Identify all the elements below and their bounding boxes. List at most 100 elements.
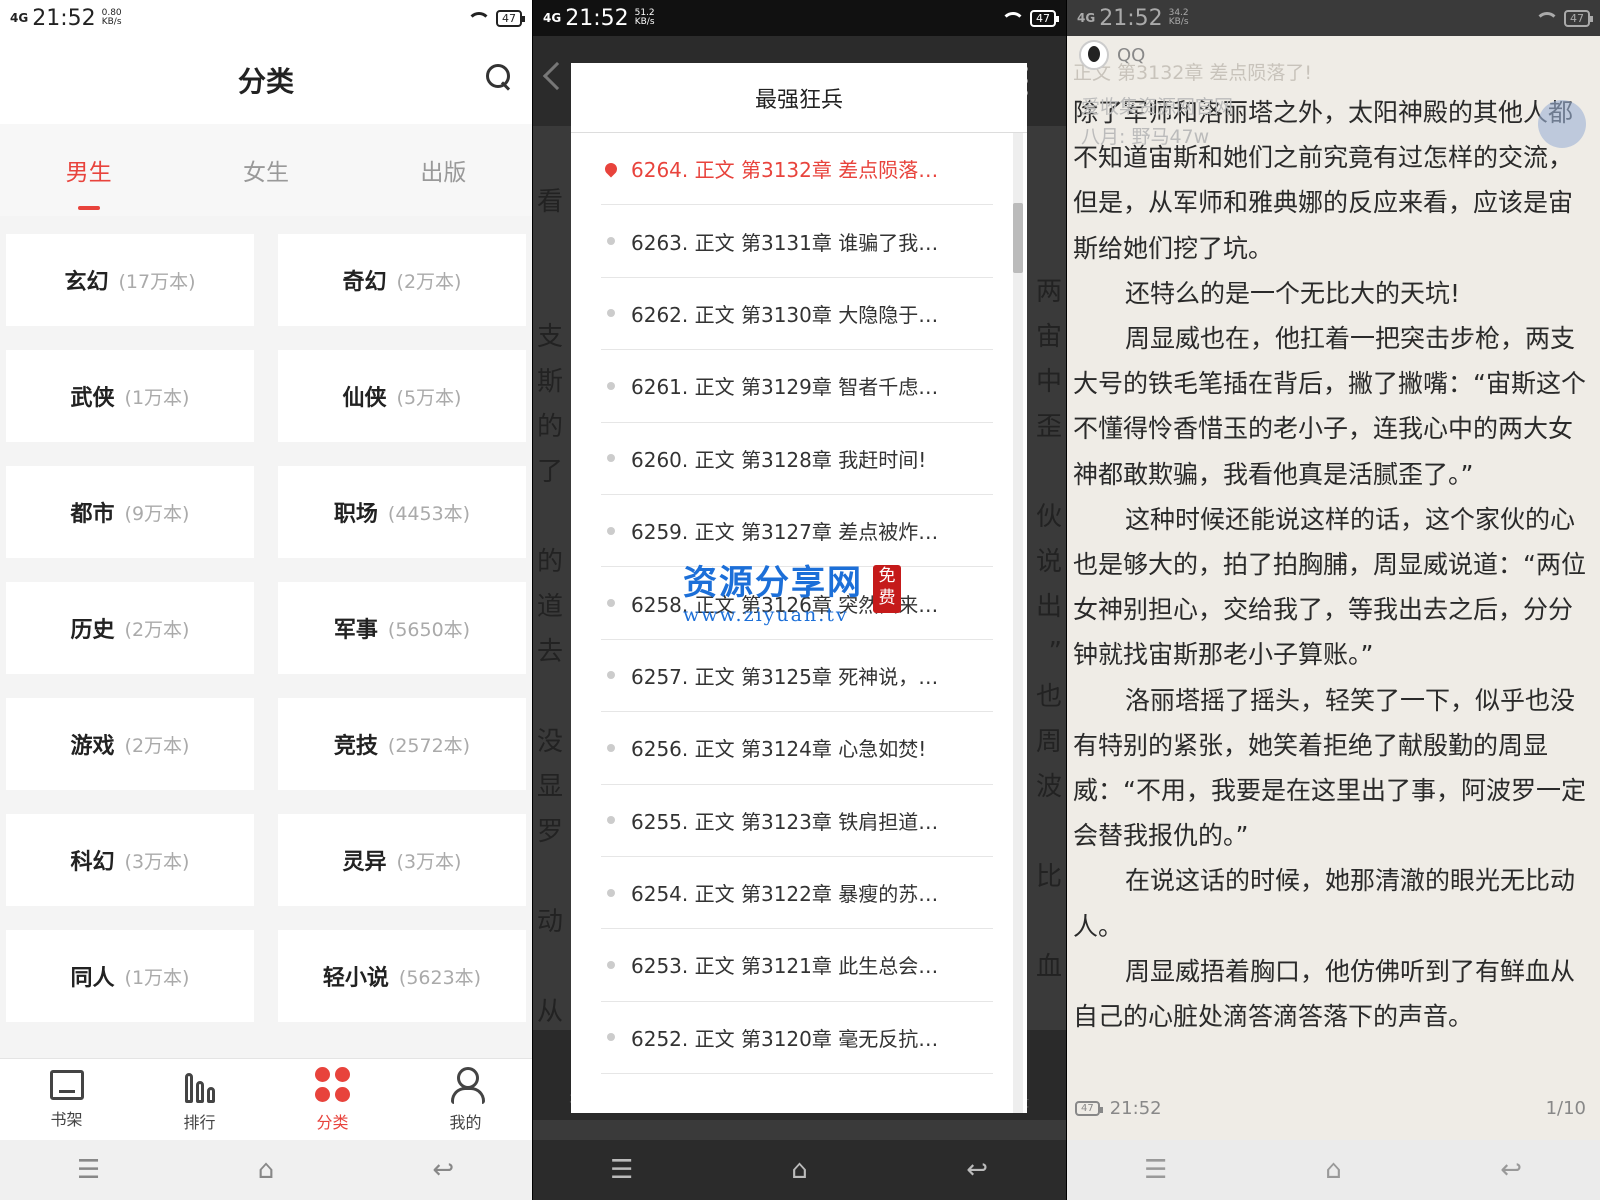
bg-char-right: 伙: [1035, 502, 1062, 532]
back-nav-icon[interactable]: ↩: [1491, 1155, 1531, 1185]
bg-char-right: 歪: [1035, 412, 1062, 442]
category-cell[interactable]: 同人 (1万本): [6, 930, 254, 1022]
category-count: (5万本): [396, 386, 462, 409]
tabbar-label: 我的: [449, 1112, 482, 1132]
wifi-icon: [466, 10, 491, 26]
category-count: (4453本): [387, 502, 471, 525]
category-cell[interactable]: 军事 (5650本): [278, 582, 526, 674]
bg-char-left: 支: [537, 322, 564, 352]
watermark-url: www.ziyuan.tv: [683, 604, 849, 626]
chapter-item[interactable]: 6253. 正文 第3121章 此生总会…: [601, 929, 993, 1002]
category-cell[interactable]: 竞技 (2572本): [278, 698, 526, 790]
category-cell[interactable]: 历史 (2万本): [6, 582, 254, 674]
wifi-icon: [1534, 10, 1559, 26]
qq-icon: [1079, 40, 1109, 70]
bg-char-right: 也: [1035, 682, 1062, 712]
chapter-item[interactable]: 6263. 正文 第3131章 谁骗了我…: [601, 205, 993, 278]
category-cell[interactable]: 武侠 (1万本): [6, 350, 254, 442]
reader-text[interactable]: 除了军师和洛丽塔之外，太阳神殿的其他人都不知道宙斯和她们之前究竟有过怎样的交流，…: [1073, 90, 1594, 1039]
category-cell[interactable]: 灵异 (3万本): [278, 814, 526, 906]
category-cell[interactable]: 科幻 (3万本): [6, 814, 254, 906]
bullet-icon: [607, 816, 615, 825]
home-icon[interactable]: ⌂: [779, 1155, 819, 1185]
scroll-track[interactable]: [1013, 133, 1023, 1113]
avatar: [1538, 100, 1586, 148]
category-count: (17万本): [118, 270, 196, 293]
category-cell[interactable]: 轻小说 (5623本): [278, 930, 526, 1022]
menu-icon[interactable]: ☰: [602, 1155, 642, 1185]
battery-icon: 47: [496, 9, 525, 27]
network-indicator: 4G: [10, 11, 29, 25]
bg-char-left: 了: [537, 457, 564, 487]
qq-notification[interactable]: QQ: [1079, 40, 1145, 70]
tabbar-item-2[interactable]: 分类: [266, 1059, 399, 1140]
network-indicator: 4G: [543, 11, 562, 25]
status-bar: 4G 21:52 0.80 KB/s 47: [0, 0, 532, 36]
category-name: 玄幻: [64, 270, 109, 295]
category-cell[interactable]: 职场 (4453本): [278, 466, 526, 558]
system-nav-bar: ☰ ⌂ ↩: [0, 1140, 532, 1200]
menu-icon[interactable]: ☰: [1136, 1155, 1176, 1185]
chapter-item[interactable]: 6264. 正文 第3132章 差点陨落…: [601, 133, 993, 206]
chapter-title: 6257. 正文 第3125章 死神说，…: [631, 664, 939, 689]
category-cell[interactable]: 玄幻 (17万本): [6, 234, 254, 326]
category-count: (1万本): [124, 386, 190, 409]
category-count: (2万本): [124, 618, 190, 641]
bg-char-right: ”: [1048, 637, 1062, 667]
category-name: 科幻: [70, 850, 115, 875]
bullet-icon: [607, 671, 615, 680]
tab-0[interactable]: 男生: [0, 124, 177, 216]
battery-icon: 47: [1075, 1101, 1103, 1116]
search-icon[interactable]: [486, 64, 512, 90]
bg-char-right: 宙: [1035, 322, 1062, 352]
chapter-item[interactable]: 6262. 正文 第3130章 大隐隐于…: [601, 278, 993, 351]
back-nav-icon[interactable]: ↩: [957, 1155, 997, 1185]
chapter-title: 6256. 正文 第3124章 心急如焚!: [631, 737, 927, 762]
notification-app: QQ: [1117, 44, 1146, 66]
chapter-item[interactable]: 6254. 正文 第3122章 暴瘦的苏…: [601, 857, 993, 930]
category-cell[interactable]: 仙侠 (5万本): [278, 350, 526, 442]
scrollbar-thumb[interactable]: [1013, 203, 1023, 273]
status-time: 21:52: [565, 5, 629, 31]
category-cell[interactable]: 游戏 (2万本): [6, 698, 254, 790]
tab-2[interactable]: 出版: [355, 124, 532, 216]
network-speed: 34.2 KB/s: [1168, 8, 1189, 27]
back-icon[interactable]: [542, 61, 572, 91]
chapter-item[interactable]: 6260. 正文 第3128章 我赶时间!: [601, 423, 993, 495]
category-name: 都市: [70, 502, 115, 527]
chapter-title: 6262. 正文 第3130章 大隐隐于…: [631, 302, 939, 327]
category-name: 仙侠: [342, 386, 387, 411]
tabbar-item-1[interactable]: 排行: [133, 1059, 266, 1140]
chapter-item[interactable]: 6252. 正文 第3120章 毫无反抗…: [601, 1002, 993, 1075]
status-bar: 4G 21:52 51.2 KB/s 47: [533, 0, 1066, 36]
bg-char-right: 出: [1035, 592, 1062, 622]
category-grid: 玄幻 (17万本) 奇幻 (2万本) 武侠 (1万本) 仙侠 (5万本) 都市 (9万本) 职场 (4…: [6, 234, 526, 1022]
chapter-title: 6259. 正文 第3127章 差点被炸…: [631, 520, 939, 545]
tabbar-item-0[interactable]: 书架: [0, 1059, 133, 1140]
category-name: 职场: [333, 502, 378, 527]
watermark-seal: 免费: [873, 565, 901, 613]
tab-1[interactable]: 女生: [177, 124, 354, 216]
chapter-item[interactable]: 6261. 正文 第3129章 智者千虑…: [601, 350, 993, 423]
network-indicator: 4G: [1077, 11, 1096, 25]
bg-char-right: 血: [1035, 952, 1062, 982]
category-cell[interactable]: 都市 (9万本): [6, 466, 254, 558]
chapter-item[interactable]: 6256. 正文 第3124章 心急如焚!: [601, 712, 993, 785]
chapter-item[interactable]: 6255. 正文 第3123章 铁肩担道…: [601, 785, 993, 857]
home-icon[interactable]: ⌂: [246, 1155, 286, 1185]
bullet-icon: [607, 381, 615, 390]
category-count: (2572本): [387, 734, 471, 757]
category-cell[interactable]: 奇幻 (2万本): [278, 234, 526, 326]
chapter-title: 6252. 正文 第3120章 毫无反抗…: [631, 1026, 939, 1051]
menu-icon[interactable]: ☰: [69, 1155, 109, 1185]
category-count: (2万本): [396, 270, 462, 293]
home-icon[interactable]: ⌂: [1313, 1155, 1353, 1185]
chapter-item[interactable]: 6257. 正文 第3125章 死神说，…: [601, 640, 993, 713]
chapter-title: 6260. 正文 第3128章 我赶时间!: [631, 447, 927, 472]
paragraph: 周显威也在，他扛着一把突击步枪，两支大号的铁毛笔插在背后，撇了撇嘴：“宙斯这个不…: [1073, 324, 1586, 489]
bg-char-right: 说: [1035, 547, 1062, 577]
watermark-title: 资源分享网: [683, 563, 863, 603]
tabbar-item-3[interactable]: 我的: [399, 1059, 532, 1140]
back-nav-icon[interactable]: ↩: [423, 1155, 463, 1185]
network-speed: 51.2 KB/s: [634, 8, 655, 27]
